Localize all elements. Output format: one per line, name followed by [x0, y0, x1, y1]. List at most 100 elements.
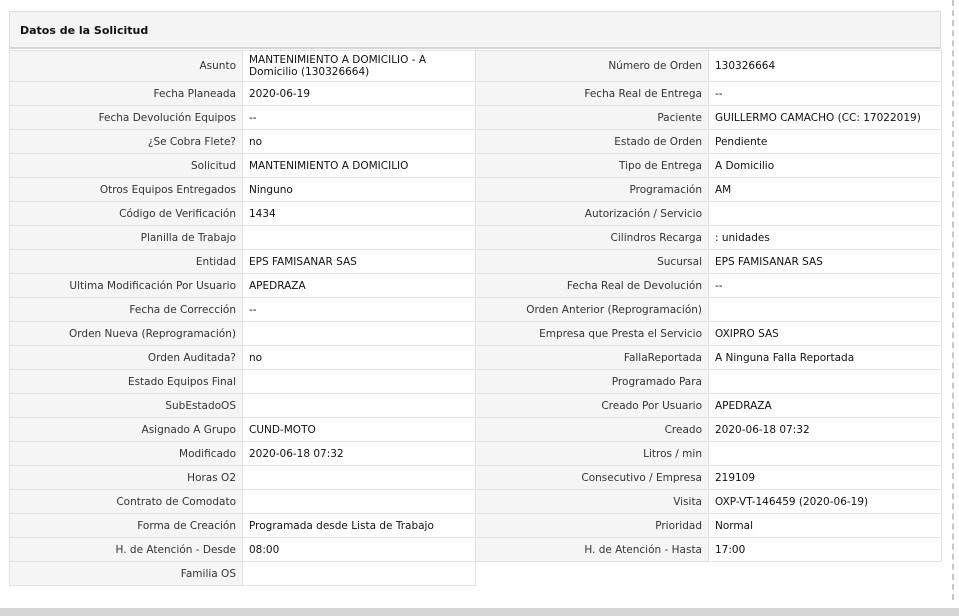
empty-cell: [708, 561, 942, 586]
field-value: --: [242, 297, 476, 322]
field-value: no: [242, 129, 476, 154]
field-value: 2020-06-19: [242, 81, 476, 106]
table-row: Fecha de Corrección -- Orden Anterior (Re…: [9, 297, 942, 322]
field-value: A Domicilio: [708, 153, 942, 178]
field-value: [242, 369, 476, 394]
table-row: Código de Verificación 1434 Autorización /…: [9, 201, 942, 226]
table-row: Modificado 2020-06-18 07:32 Litros / min: [9, 441, 942, 466]
field-label: ¿Se Cobra Flete?: [9, 129, 243, 154]
field-label: Entidad: [9, 249, 243, 274]
field-value: MANTENIMIENTO A DOMICILIO - A Domicilio …: [242, 50, 476, 82]
field-value: Normal: [708, 513, 942, 538]
field-label: Fecha Devolución Equipos: [9, 105, 243, 130]
field-label: Programado Para: [475, 369, 709, 394]
field-label: Programación: [475, 177, 709, 202]
field-value: 2020-06-18 07:32: [242, 441, 476, 466]
table-row: Orden Auditada? no FallaReportada A Ningun…: [9, 345, 942, 370]
empty-cell: [475, 561, 709, 586]
field-label: Sucursal: [475, 249, 709, 274]
field-value: 08:00: [242, 537, 476, 562]
table-row: Familia OS: [9, 561, 942, 586]
field-value: 2020-06-18 07:32: [708, 417, 942, 442]
table-row: Asignado A Grupo CUND-MOTO Creado 2020-06-1…: [9, 417, 942, 442]
field-label: Forma de Creación: [9, 513, 243, 538]
field-label: Número de Orden: [475, 50, 709, 82]
table-row: Orden Nueva (Reprogramación) Empresa que …: [9, 321, 942, 346]
field-value: 219109: [708, 465, 942, 490]
field-label: Modificado: [9, 441, 243, 466]
field-label: Estado de Orden: [475, 129, 709, 154]
field-label: Visita: [475, 489, 709, 514]
table-row: Otros Equipos Entregados Ninguno Programac…: [9, 177, 942, 202]
field-value: Ninguno: [242, 177, 476, 202]
field-label: Solicitud: [9, 153, 243, 178]
field-label: Fecha de Corrección: [9, 297, 243, 322]
table-row: Solicitud MANTENIMIENTO A DOMICILIO Tipo d…: [9, 153, 942, 178]
field-label: Estado Equipos Final: [9, 369, 243, 394]
field-value: [242, 561, 476, 586]
field-label: Asignado A Grupo: [9, 417, 243, 442]
field-label: Asunto: [9, 50, 243, 82]
field-value: Pendiente: [708, 129, 942, 154]
field-label: Fecha Real de Entrega: [475, 81, 709, 106]
field-label: Planilla de Trabajo: [9, 225, 243, 250]
table-row: ¿Se Cobra Flete? no Estado de Orden Pendie…: [9, 129, 942, 154]
field-label: Otros Equipos Entregados: [9, 177, 243, 202]
field-label: Orden Anterior (Reprogramación): [475, 297, 709, 322]
field-label: Prioridad: [475, 513, 709, 538]
field-label: FallaReportada: [475, 345, 709, 370]
table-row: Forma de Creación Programada desde Lista …: [9, 513, 942, 538]
field-value: [242, 393, 476, 418]
field-label: Orden Nueva (Reprogramación): [9, 321, 243, 346]
field-label: Paciente: [475, 105, 709, 130]
field-value: APEDRAZA: [242, 273, 476, 298]
field-value: [242, 489, 476, 514]
field-label: Litros / min: [475, 441, 709, 466]
table-row: Estado Equipos Final Programado Para: [9, 369, 942, 394]
field-value: --: [708, 81, 942, 106]
field-value: [708, 297, 942, 322]
field-value: APEDRAZA: [708, 393, 942, 418]
field-label: Familia OS: [9, 561, 243, 586]
field-label: Fecha Planeada: [9, 81, 243, 106]
request-details-table: Asunto MANTENIMIENTO A DOMICILIO - A Domi…: [9, 50, 942, 586]
bottom-bar: [0, 608, 959, 616]
field-value: EPS FAMISANAR SAS: [708, 249, 942, 274]
table-row: Horas O2 Consecutivo / Empresa 219109: [9, 465, 942, 490]
field-value: [242, 225, 476, 250]
field-label: Tipo de Entrega: [475, 153, 709, 178]
field-value: CUND-MOTO: [242, 417, 476, 442]
table-row: Entidad EPS FAMISANAR SAS Sucursal EPS FAMI…: [9, 249, 942, 274]
table-row: Planilla de Trabajo Cilindros Recarga: un…: [9, 225, 942, 250]
field-value: OXP-VT-146459 (2020-06-19): [708, 489, 942, 514]
field-value: 130326664: [708, 50, 942, 82]
request-details-panel: Datos de la Solicitud Asunto MANTENIMIENT…: [9, 11, 942, 606]
field-label: Autorización / Servicio: [475, 201, 709, 226]
field-label: Creado Por Usuario: [475, 393, 709, 418]
table-row: H. de Atención - Desde 08:00 H. de Atenció…: [9, 537, 942, 562]
table-row: Contrato de Comodato Visita OXP-VT-146459 …: [9, 489, 942, 514]
field-value: --: [242, 105, 476, 130]
field-label: Ultima Modificación Por Usuario: [9, 273, 243, 298]
field-value: A Ninguna Falla Reportada: [708, 345, 942, 370]
field-value: GUILLERMO CAMACHO (CC: 17022019): [708, 105, 942, 130]
field-value: [242, 465, 476, 490]
field-label: Empresa que Presta el Servicio: [475, 321, 709, 346]
table-row: Asunto MANTENIMIENTO A DOMICILIO - A Domi…: [9, 50, 942, 82]
field-value: AM: [708, 177, 942, 202]
scroll-edge-divider: [952, 0, 954, 600]
field-label: Orden Auditada?: [9, 345, 243, 370]
panel-title: Datos de la Solicitud: [9, 11, 941, 49]
field-label: Horas O2: [9, 465, 243, 490]
field-value: : unidades: [708, 225, 942, 250]
field-value: OXIPRO SAS: [708, 321, 942, 346]
field-value: no: [242, 345, 476, 370]
field-value: 17:00: [708, 537, 942, 562]
field-label: H. de Atención - Desde: [9, 537, 243, 562]
field-value: Programada desde Lista de Trabajo: [242, 513, 476, 538]
field-value: [708, 369, 942, 394]
field-label: Contrato de Comodato: [9, 489, 243, 514]
field-value: --: [708, 273, 942, 298]
field-label: Código de Verificación: [9, 201, 243, 226]
field-value: MANTENIMIENTO A DOMICILIO: [242, 153, 476, 178]
